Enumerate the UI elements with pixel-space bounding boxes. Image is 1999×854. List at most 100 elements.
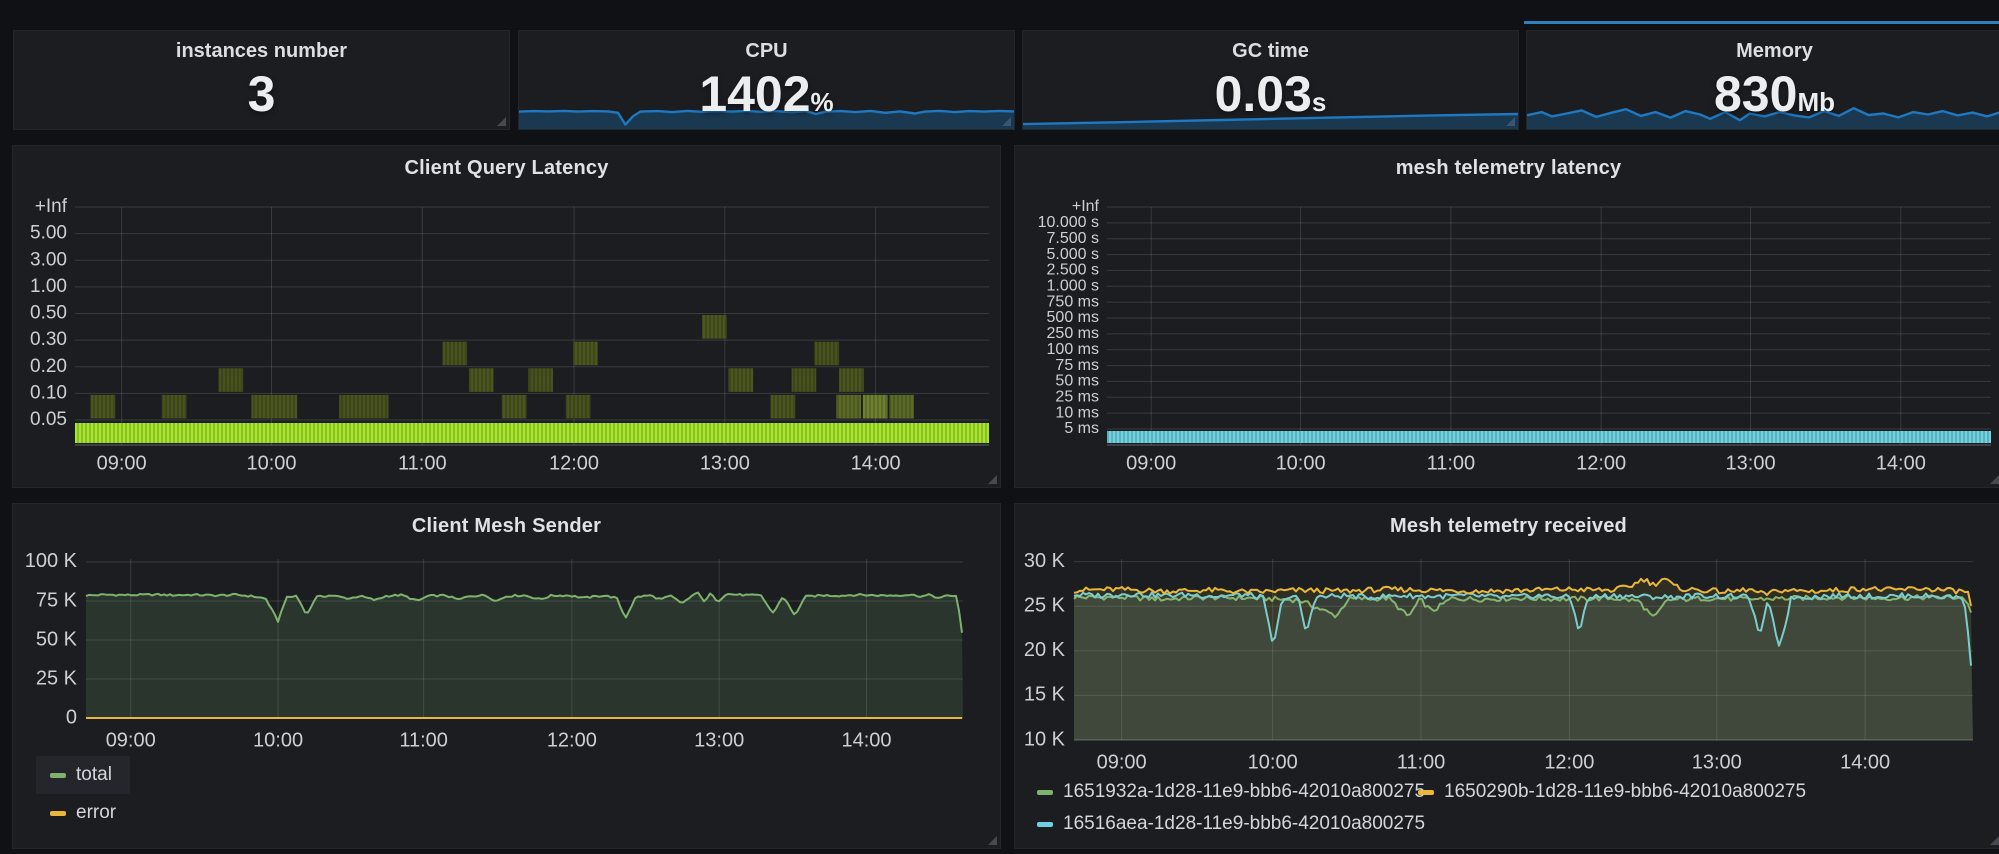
legend-item-total[interactable]: total	[36, 756, 130, 794]
panel-instances-number: instances number 3	[13, 30, 510, 130]
svg-text:12:00: 12:00	[1544, 751, 1594, 773]
svg-text:13:00: 13:00	[1726, 452, 1776, 474]
legend-label: total	[76, 764, 112, 786]
legend-item-instance-16516aea[interactable]: 16516aea-1d28-11e9-bbb6-42010a800275	[1037, 813, 1425, 835]
panel-title[interactable]: mesh telemetry latency	[1015, 157, 1999, 180]
svg-text:11:00: 11:00	[398, 452, 447, 474]
svg-text:25 K: 25 K	[1024, 595, 1066, 617]
panel-memory: Memory 830Mb	[1526, 30, 1999, 130]
svg-text:250 ms: 250 ms	[1047, 325, 1099, 342]
svg-text:14:00: 14:00	[1876, 452, 1926, 474]
svg-text:5.00: 5.00	[30, 223, 67, 244]
series-color-swatch	[1037, 790, 1053, 795]
svg-text:09:00: 09:00	[97, 452, 147, 474]
panel-client-query-latency: +Inf 5.00 3.00 1.00 0.50 0.30 0.20 0.10 0.05 09:0…	[12, 145, 1001, 488]
svg-text:25 ms: 25 ms	[1055, 389, 1099, 406]
svg-text:15 K: 15 K	[1024, 684, 1066, 706]
svg-text:2.500 s: 2.500 s	[1047, 262, 1099, 279]
svg-text:12:00: 12:00	[1576, 452, 1626, 474]
series-color-swatch	[50, 773, 66, 778]
panel-resize-handle[interactable]	[988, 836, 997, 845]
svg-text:0.05: 0.05	[30, 409, 67, 430]
panel-title[interactable]: CPU	[519, 40, 1014, 63]
panel-mesh-telemetry-received: 30 K25 K20 K15 K10 K09:0010:0011:0012:00…	[1014, 503, 1999, 849]
svg-text:10:00: 10:00	[253, 729, 303, 751]
series-color-swatch	[1418, 790, 1434, 795]
svg-text:+Inf: +Inf	[1072, 198, 1100, 215]
legend-item-instance-1651932a[interactable]: 1651932a-1d28-11e9-bbb6-42010a800275	[1037, 781, 1425, 803]
svg-text:14:00: 14:00	[851, 452, 901, 474]
series-color-swatch	[1037, 822, 1053, 827]
svg-text:10 ms: 10 ms	[1055, 404, 1099, 421]
svg-text:7.500 s: 7.500 s	[1047, 230, 1099, 247]
svg-text:10.000 s: 10.000 s	[1038, 214, 1099, 231]
svg-text:20 K: 20 K	[1024, 639, 1066, 661]
svg-text:14:00: 14:00	[1840, 751, 1890, 773]
panel-title[interactable]: Memory	[1527, 40, 1999, 63]
svg-text:09:00: 09:00	[106, 729, 156, 751]
svg-text:0: 0	[66, 706, 77, 728]
svg-text:3.00: 3.00	[30, 249, 67, 270]
svg-text:10:00: 10:00	[246, 452, 296, 474]
panel-client-mesh-sender: 100 K 75 K 50 K 25 K 0 09:00 10:00 11:00 12:00 13…	[12, 503, 1001, 849]
svg-text:10:00: 10:00	[1276, 452, 1326, 474]
legend-label: 16516aea-1d28-11e9-bbb6-42010a800275	[1063, 813, 1425, 835]
svg-text:09:00: 09:00	[1126, 452, 1176, 474]
svg-text:12:00: 12:00	[549, 452, 599, 474]
svg-text:75 K: 75 K	[36, 589, 78, 611]
clipped-panel-graph-line	[1524, 21, 1999, 24]
panel-resize-handle[interactable]	[1990, 475, 1999, 484]
svg-text:10 K: 10 K	[1024, 728, 1066, 750]
legend-label: 1650290b-1d28-11e9-bbb6-42010a800275	[1444, 781, 1806, 803]
legend: total error	[36, 756, 130, 832]
svg-text:11:00: 11:00	[1397, 751, 1446, 773]
svg-text:50 ms: 50 ms	[1055, 373, 1099, 390]
svg-text:50 K: 50 K	[36, 628, 78, 650]
svg-text:0.30: 0.30	[30, 329, 67, 350]
panel-resize-handle[interactable]	[988, 475, 997, 484]
grafana-dashboard: instances number 3 CPU 1402% GC time 0.0…	[0, 0, 1999, 854]
svg-text:0.10: 0.10	[30, 382, 67, 403]
svg-text:12:00: 12:00	[547, 729, 597, 751]
stat-value: 0.03s	[1023, 69, 1518, 119]
panel-mesh-telemetry-latency: +Inf10.000 s7.500 s5.000 s2.500 s1.000 s…	[1014, 145, 1999, 488]
svg-text:0.20: 0.20	[30, 356, 67, 377]
svg-text:13:00: 13:00	[1692, 751, 1742, 773]
panel-title[interactable]: GC time	[1023, 40, 1518, 63]
panel-gc-time: GC time 0.03s	[1022, 30, 1519, 130]
panel-title[interactable]: Mesh telemetry received	[1015, 515, 1999, 538]
svg-text:750 ms: 750 ms	[1047, 293, 1099, 310]
svg-text:30 K: 30 K	[1024, 550, 1066, 572]
legend-item-error[interactable]: error	[36, 794, 130, 832]
svg-text:1.000 s: 1.000 s	[1047, 278, 1099, 295]
legend-label: 1651932a-1d28-11e9-bbb6-42010a800275	[1063, 781, 1425, 803]
svg-text:5 ms: 5 ms	[1064, 420, 1099, 437]
panel-cpu: CPU 1402%	[518, 30, 1015, 130]
stat-value: 3	[14, 69, 509, 119]
legend-label: error	[76, 802, 116, 824]
panel-title[interactable]: Client Mesh Sender	[13, 515, 1000, 538]
svg-text:100 ms: 100 ms	[1047, 341, 1099, 358]
panel-title[interactable]: Client Query Latency	[13, 157, 1000, 180]
svg-text:75 ms: 75 ms	[1055, 357, 1099, 374]
svg-text:0.50: 0.50	[30, 303, 67, 324]
svg-text:5.000 s: 5.000 s	[1047, 246, 1099, 263]
svg-text:13:00: 13:00	[694, 729, 744, 751]
client-mesh-sender-graph[interactable]: 100 K 75 K 50 K 25 K 0 09:00 10:00 11:00 12:00 13…	[13, 504, 1002, 850]
svg-text:25 K: 25 K	[36, 667, 78, 689]
svg-text:+Inf: +Inf	[35, 196, 68, 217]
legend-item-instance-1650290b[interactable]: 1650290b-1d28-11e9-bbb6-42010a800275	[1418, 781, 1806, 803]
svg-text:11:00: 11:00	[399, 729, 448, 751]
mesh-telemetry-latency-heatmap[interactable]: +Inf10.000 s7.500 s5.000 s2.500 s1.000 s…	[1015, 146, 1999, 489]
svg-text:14:00: 14:00	[841, 729, 891, 751]
panel-title[interactable]: instances number	[14, 40, 509, 63]
svg-text:10:00: 10:00	[1248, 751, 1298, 773]
series-color-swatch	[50, 811, 66, 816]
svg-text:1.00: 1.00	[30, 276, 67, 297]
svg-text:100 K: 100 K	[25, 550, 78, 572]
svg-text:13:00: 13:00	[700, 452, 750, 474]
panel-resize-handle[interactable]	[1990, 836, 1999, 845]
client-query-latency-heatmap[interactable]: +Inf 5.00 3.00 1.00 0.50 0.30 0.20 0.10 0.05 09:0…	[13, 146, 1002, 489]
stat-value: 830Mb	[1527, 69, 1999, 119]
stat-value: 1402%	[519, 69, 1014, 119]
